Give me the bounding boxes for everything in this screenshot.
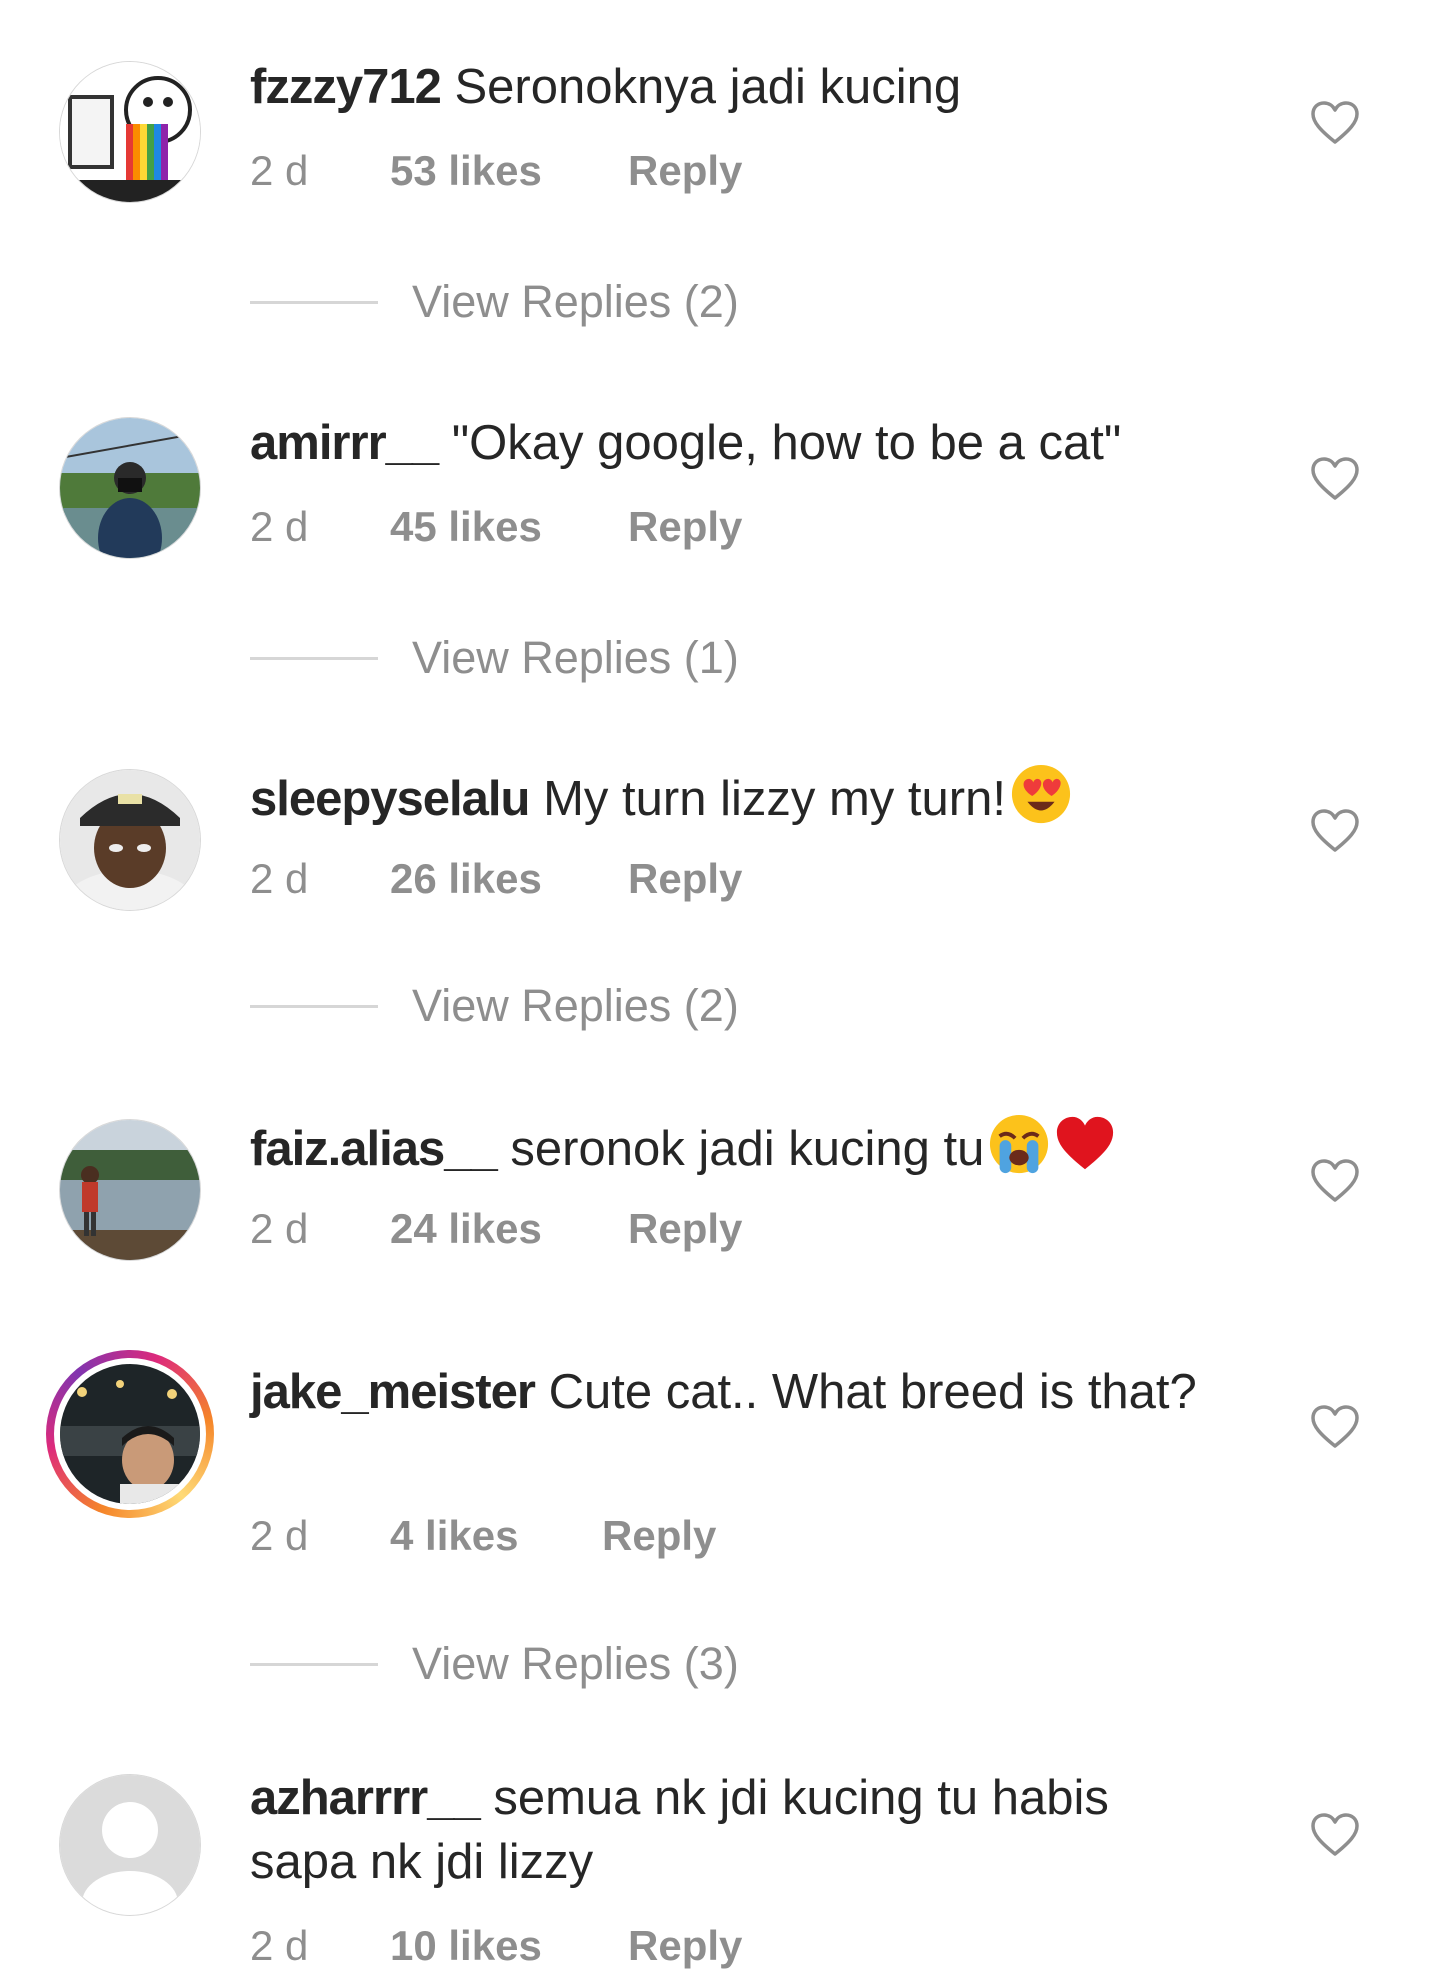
timestamp: 2 d <box>250 1922 309 1969</box>
comment-body: My turn lizzy my turn! <box>543 772 1006 826</box>
view-replies-label[interactable]: View Replies (3) <box>412 1636 739 1692</box>
comment-body: "Okay google, how to be a cat" <box>451 416 1122 470</box>
comment-text: jake_meister Cute cat.. What breed is th… <box>250 1360 1200 1424</box>
timestamp: 2 d <box>250 1205 309 1252</box>
user-avatar[interactable] <box>60 1364 200 1504</box>
user-avatar[interactable] <box>60 62 200 202</box>
view-replies-label[interactable]: View Replies (2) <box>412 978 739 1034</box>
comment-body: Cute cat.. What breed is that? <box>548 1365 1197 1419</box>
divider-line <box>250 1663 378 1666</box>
divider-line <box>250 1005 378 1008</box>
lake-avatar <box>60 1120 200 1260</box>
comment-body: seronok jadi kucing tu <box>510 1122 985 1176</box>
username[interactable]: amirrr__ <box>250 416 439 470</box>
user-avatar[interactable] <box>60 1120 200 1260</box>
comment-text: fzzzy712 Seronoknya jadi kucing <box>250 55 1200 119</box>
divider-line <box>250 301 378 304</box>
reply-button[interactable]: Reply <box>628 851 742 907</box>
username[interactable]: azharrrr__ <box>250 1771 481 1825</box>
crying-emoji <box>990 1114 1049 1174</box>
timestamp: 2 d <box>250 855 309 902</box>
timestamp: 2 d <box>250 147 309 194</box>
cap-portrait-avatar <box>60 770 200 910</box>
likes-count[interactable]: 53 likes <box>390 143 542 199</box>
likes-count[interactable]: 10 likes <box>390 1918 542 1974</box>
red-heart-emoji <box>1057 1116 1114 1170</box>
user-avatar[interactable] <box>60 770 200 910</box>
reply-button[interactable]: Reply <box>628 499 742 555</box>
comment-text: faiz.alias__ seronok jadi kucing tu <box>250 1113 1200 1181</box>
comment-text: azharrrr__ semua nk jdi kucing tu habis … <box>250 1766 1200 1894</box>
view-replies-label[interactable]: View Replies (1) <box>412 630 739 686</box>
reply-button[interactable]: Reply <box>628 1201 742 1257</box>
user-avatar[interactable] <box>60 1775 200 1915</box>
comment-text: sleepyselalu My turn lizzy my turn! <box>250 763 1200 831</box>
night-portrait-avatar <box>60 1364 200 1504</box>
view-replies-label[interactable]: View Replies (2) <box>412 274 739 330</box>
timestamp: 2 d <box>250 1512 309 1559</box>
heart-icon[interactable] <box>1310 1812 1360 1858</box>
rainbow-meme-avatar <box>60 62 200 202</box>
user-avatar[interactable] <box>60 418 200 558</box>
reply-button[interactable]: Reply <box>628 143 742 199</box>
divider-line <box>250 657 378 660</box>
heart-icon[interactable] <box>1310 1404 1360 1450</box>
default-user-avatar <box>60 1775 200 1915</box>
heart-icon[interactable] <box>1310 808 1360 854</box>
heart-icon[interactable] <box>1310 1158 1360 1204</box>
likes-count[interactable]: 45 likes <box>390 499 542 555</box>
reply-button[interactable]: Reply <box>602 1508 716 1564</box>
reply-button[interactable]: Reply <box>628 1918 742 1974</box>
comment-body: Seronoknya jadi kucing <box>454 60 962 114</box>
heart-icon[interactable] <box>1310 456 1360 502</box>
username[interactable]: faiz.alias__ <box>250 1122 498 1176</box>
likes-count[interactable]: 24 likes <box>390 1201 542 1257</box>
username[interactable]: jake_meister <box>250 1365 536 1419</box>
likes-count[interactable]: 26 likes <box>390 851 542 907</box>
story-ring[interactable] <box>46 1350 214 1518</box>
heart-icon[interactable] <box>1310 100 1360 146</box>
username[interactable]: fzzzy712 <box>250 60 442 114</box>
photographer-avatar <box>60 418 200 558</box>
username[interactable]: sleepyselalu <box>250 772 530 826</box>
comment-text: amirrr__ "Okay google, how to be a cat" <box>250 411 1200 475</box>
heart-eyes-emoji <box>1011 764 1071 824</box>
timestamp: 2 d <box>250 503 309 550</box>
likes-count[interactable]: 4 likes <box>390 1508 518 1564</box>
